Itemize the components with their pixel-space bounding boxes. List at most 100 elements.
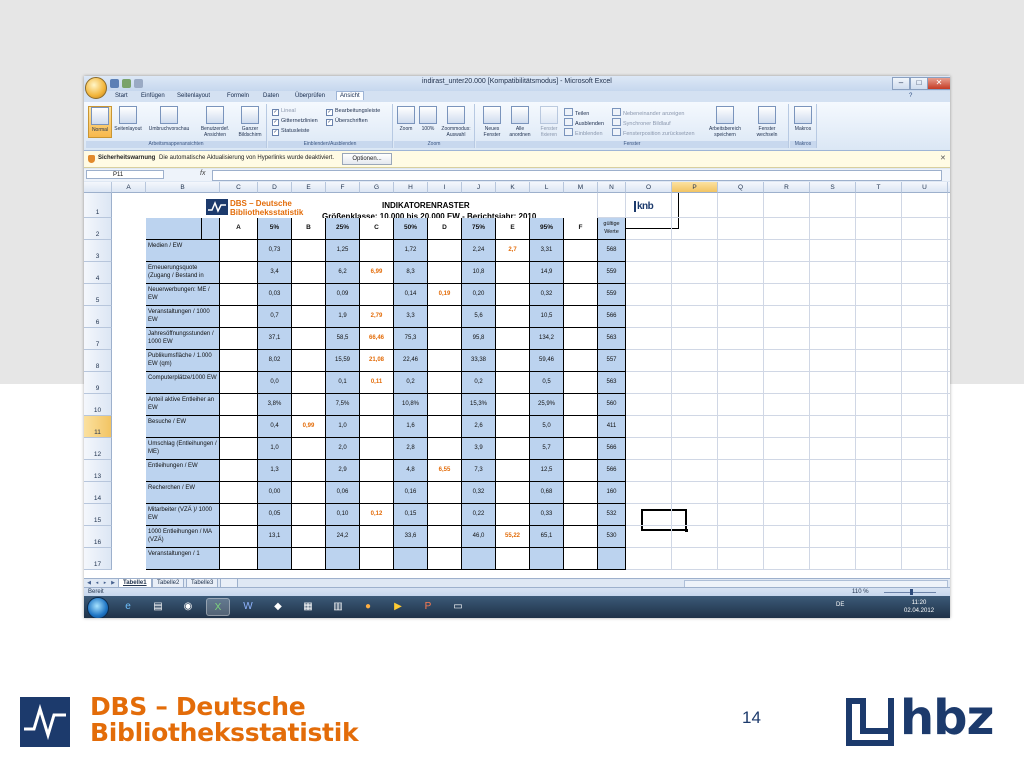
tab-start[interactable]: Start [112,92,131,100]
save-workspace-button[interactable]: Arbeitsbereich speichern [702,106,748,138]
row-header-2[interactable]: 2 [84,218,112,240]
hide-button[interactable]: Ausblenden [564,118,604,127]
column-header-g[interactable]: G [360,182,394,193]
headings-checkbox[interactable]: ✓ Überschriften [326,118,368,126]
column-header-m[interactable]: M [564,182,598,193]
page-break-preview-button[interactable]: Umbruchvorschau [146,106,192,132]
row-header-15[interactable]: 15 [84,504,112,526]
column-header-d[interactable]: D [258,182,292,193]
fx-icon[interactable]: fx [200,170,205,177]
media-icon[interactable]: ◉ [176,598,200,616]
tab-einfuegen[interactable]: Einfügen [138,92,168,100]
tab-ansicht[interactable]: Ansicht [336,91,364,100]
maximize-button[interactable]: □ [910,77,928,90]
side-by-side-button[interactable]: Nebeneinander anzeigen [612,108,684,117]
last-sheet-icon[interactable]: ▶ [110,580,116,586]
row-header-11[interactable]: 11 [84,416,112,438]
column-header-k[interactable]: K [496,182,530,193]
row-header-13[interactable]: 13 [84,460,112,482]
column-header-f[interactable]: F [326,182,360,193]
options-button[interactable]: Optionen... [342,153,392,165]
unhide-button[interactable]: Einblenden [564,128,603,137]
tab-seitenlayout[interactable]: Seitenlayout [174,92,213,100]
column-header-v[interactable]: V [948,182,950,193]
custom-views-button[interactable]: Benutzerdef. Ansichten [198,106,232,138]
row-header-12[interactable]: 12 [84,438,112,460]
spreadsheet-grid[interactable]: DBS – Deutsche Bibliotheksstatistik INDIK… [84,182,950,578]
language-indicator[interactable]: DE [836,602,844,608]
arrange-all-button[interactable]: Alle anordnen [506,106,534,138]
column-header-s[interactable]: S [810,182,856,193]
column-header-i[interactable]: I [428,182,462,193]
zoom-selection-button[interactable]: Zoommodus: Auswahl [440,106,472,138]
macros-button[interactable]: Makros [792,106,814,132]
column-header-r[interactable]: R [764,182,810,193]
row-header-9[interactable]: 9 [84,372,112,394]
close-icon[interactable]: ✕ [940,154,946,162]
gridlines-checkbox[interactable]: ✓ Gitternetzlinien [272,118,318,126]
tab-ueberpruefen[interactable]: Überprüfen [292,92,328,100]
column-header-q[interactable]: Q [718,182,764,193]
firefox-icon[interactable]: ● [356,598,380,616]
row-header-5[interactable]: 5 [84,284,112,306]
selected-cell-p11[interactable] [641,509,688,532]
save-icon[interactable] [110,79,119,88]
row-header-8[interactable]: 8 [84,350,112,372]
zoom-button[interactable]: Zoom [396,106,416,132]
undo-icon[interactable] [122,79,131,88]
column-header-u[interactable]: U [902,182,948,193]
zoom-slider-knob[interactable] [910,589,913,595]
column-header-o[interactable]: O [626,182,672,193]
tab-daten[interactable]: Daten [260,92,282,100]
row-header-7[interactable]: 7 [84,328,112,350]
column-header-e[interactable]: E [292,182,326,193]
select-all-corner[interactable] [84,182,112,193]
calculator-icon[interactable]: ▦ [296,598,320,616]
notes-icon[interactable]: ▥ [326,598,350,616]
zoom-level[interactable]: 110 % [852,589,869,595]
row-header-17[interactable]: 17 [84,548,112,570]
row-header-16[interactable]: 16 [84,526,112,548]
sync-scroll-button[interactable]: Synchroner Bildlauf [612,118,671,127]
name-box[interactable]: P11 [86,170,164,179]
column-header-b[interactable]: B [146,182,220,193]
first-sheet-icon[interactable]: ◀ [86,580,92,586]
help-icon[interactable]: ? [906,92,915,100]
reset-position-button[interactable]: Fensterposition zurücksetzen [612,128,695,137]
formula-input[interactable] [212,170,942,181]
word-icon[interactable]: W [236,598,260,616]
clock[interactable]: 11:20 02.04.2012 [904,599,934,615]
close-button[interactable]: ✕ [927,77,950,90]
row-header-14[interactable]: 14 [84,482,112,504]
start-button[interactable] [87,597,109,618]
redo-icon[interactable] [134,79,143,88]
powerpoint-icon[interactable]: P [416,598,440,616]
media-player-icon[interactable]: ▶ [386,598,410,616]
full-screen-button[interactable]: Ganzer Bildschirm [236,106,264,138]
excel-taskbar-icon[interactable]: X [206,598,230,616]
ruler-checkbox[interactable]: ✓ Lineal [272,108,296,116]
row-header-10[interactable]: 10 [84,394,112,416]
row-header-3[interactable]: 3 [84,240,112,262]
column-header-h[interactable]: H [394,182,428,193]
tab-formeln[interactable]: Formeln [224,92,252,100]
formula-bar-checkbox[interactable]: ✓ Bearbeitungsleiste [326,108,380,116]
app-icon-6[interactable]: ◆ [266,598,290,616]
split-button[interactable]: Teilen [564,108,589,117]
minimize-button[interactable]: – [892,77,910,90]
column-header-j[interactable]: J [462,182,496,193]
column-header-p[interactable]: P [672,182,718,193]
explorer-folder-icon[interactable]: ▤ [146,598,170,616]
column-header-a[interactable]: A [112,182,146,193]
row-header-6[interactable]: 6 [84,306,112,328]
next-sheet-icon[interactable]: ▸ [102,580,108,586]
statusbar-checkbox[interactable]: ✓ Statusleiste [272,128,309,136]
normal-view-button[interactable]: Normal [88,106,112,138]
internet-explorer-icon[interactable]: e [116,598,140,616]
column-header-n[interactable]: N [598,182,626,193]
office-button[interactable] [85,77,107,99]
column-header-c[interactable]: C [220,182,258,193]
zoom-100-button[interactable]: 100% [418,106,438,132]
prev-sheet-icon[interactable]: ◂ [94,580,100,586]
display-icon[interactable]: ▭ [446,598,470,616]
